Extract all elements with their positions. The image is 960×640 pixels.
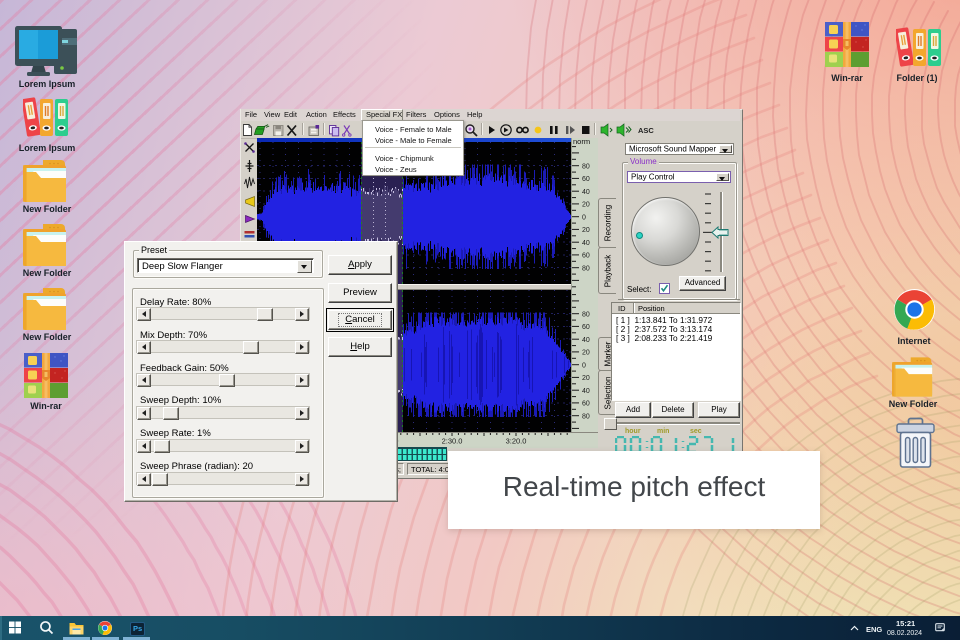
svg-text:40: 40	[582, 388, 590, 395]
svg-text:40: 40	[582, 240, 590, 247]
svg-text:80: 80	[582, 311, 590, 318]
svg-text:60: 60	[582, 253, 590, 260]
svg-text:20: 20	[582, 350, 590, 357]
svg-text:80: 80	[582, 163, 590, 170]
svg-text:80: 80	[582, 265, 590, 272]
svg-text:ASC: ASC	[638, 126, 654, 135]
svg-text:2:30.0: 2:30.0	[442, 437, 463, 446]
svg-text:20: 20	[582, 375, 590, 382]
svg-text:60: 60	[582, 176, 590, 183]
svg-text:40: 40	[582, 337, 590, 344]
svg-text:60: 60	[582, 324, 590, 331]
svg-text:80: 80	[582, 413, 590, 420]
svg-text:0: 0	[582, 362, 586, 369]
svg-text:40: 40	[582, 189, 590, 196]
svg-text:20: 20	[582, 202, 590, 209]
svg-text:0: 0	[582, 214, 586, 221]
svg-text:60: 60	[582, 401, 590, 408]
svg-text:3:20.0: 3:20.0	[506, 437, 527, 446]
svg-text:20: 20	[582, 227, 590, 234]
